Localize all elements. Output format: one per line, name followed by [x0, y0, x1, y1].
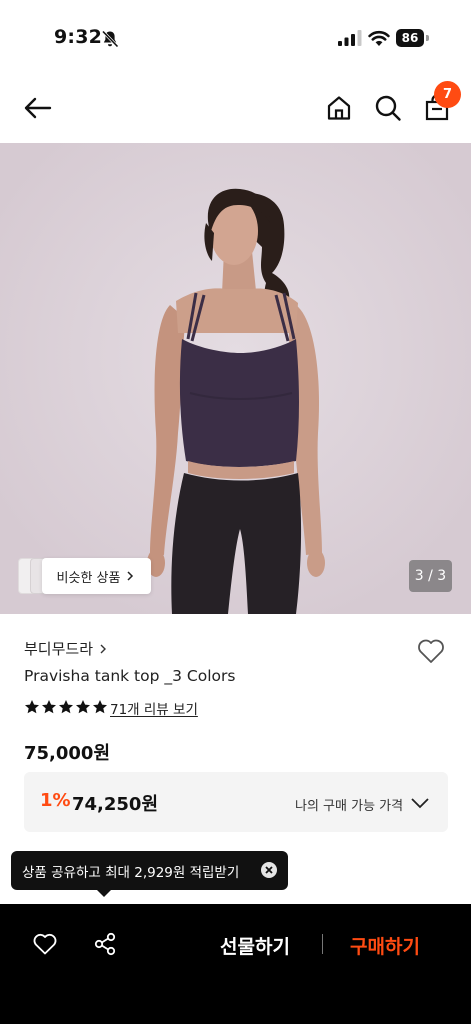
brand-link[interactable]: 부디무드라 [24, 638, 109, 659]
chevron-down-icon[interactable] [410, 795, 430, 811]
share-reward-tooltip: 상품 공유하고 최대 2,929원 적립받기 [11, 851, 288, 890]
divider [322, 934, 323, 954]
share-reward-text: 상품 공유하고 최대 2,929원 적립받기 [22, 864, 240, 881]
star-icon [59, 700, 73, 714]
battery-level: 86 [396, 29, 424, 47]
star-icon [76, 700, 90, 714]
battery-icon: 86 [396, 29, 430, 47]
chevron-right-icon [100, 644, 107, 653]
back-arrow-icon[interactable] [22, 94, 52, 122]
benefit-price-label: 나의 구매 가능 가격 [295, 799, 404, 814]
heart-icon[interactable] [32, 932, 58, 956]
chevron-right-icon [127, 571, 134, 581]
heart-icon[interactable] [416, 637, 446, 665]
close-circle-icon[interactable] [261, 862, 277, 878]
benefit-price: 74,250원 [72, 794, 159, 815]
buy-button[interactable]: 구매하기 [350, 932, 420, 959]
rating-stars [24, 699, 108, 715]
gift-button[interactable]: 선물하기 [220, 932, 290, 959]
home-icon[interactable] [325, 94, 353, 122]
similar-products-button[interactable]: 비슷한 상품 [42, 558, 151, 594]
star-icon [93, 700, 107, 714]
cart-count-badge: 7 [434, 81, 461, 108]
review-link[interactable]: 71개 리뷰 보기 [110, 698, 198, 718]
star-icon [42, 700, 56, 714]
product-image[interactable] [0, 143, 471, 614]
wifi-icon [368, 30, 390, 46]
tooltip-arrow [96, 889, 112, 897]
bell-off-icon [101, 30, 119, 48]
share-icon[interactable] [93, 932, 117, 956]
product-name: Pravisha tank top _3 Colors [24, 667, 236, 685]
status-time: 9:32 [54, 26, 103, 48]
product-price: 75,000원 [24, 743, 111, 764]
discount-rate: 1% [40, 790, 71, 811]
signal-icon [338, 30, 362, 46]
star-icon [25, 700, 39, 714]
brand-name: 부디무드라 [24, 640, 94, 658]
model-illustration [0, 143, 471, 614]
similar-products-label: 비슷한 상품 [56, 570, 121, 586]
image-page-counter: 3 / 3 [409, 560, 452, 592]
search-icon[interactable] [374, 94, 402, 122]
bottom-action-bar [0, 904, 471, 1024]
